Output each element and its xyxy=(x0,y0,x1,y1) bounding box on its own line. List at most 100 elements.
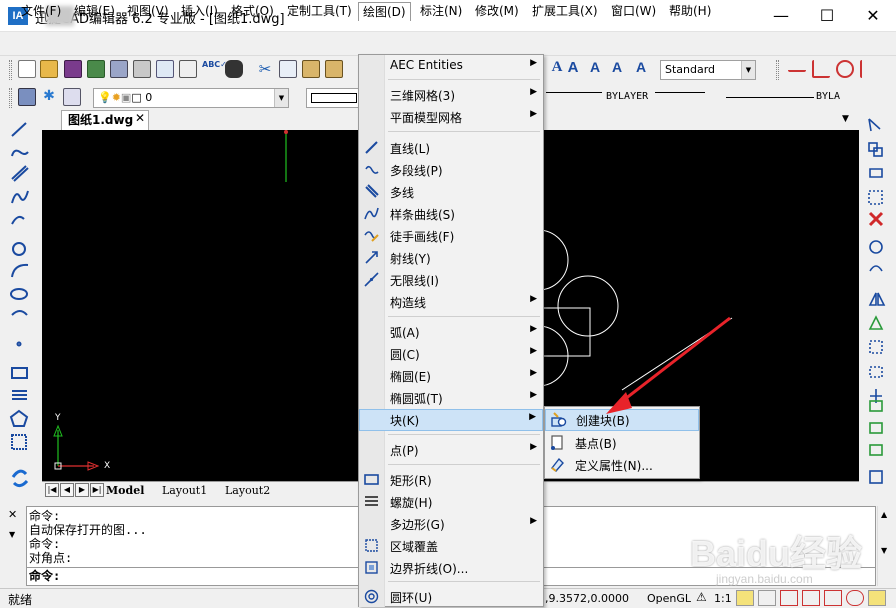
menu-item-line[interactable]: 直线(L) xyxy=(359,137,543,159)
submenu-base-point[interactable]: 基点(B) xyxy=(545,432,699,454)
print-icon[interactable] xyxy=(110,60,128,78)
tab-model[interactable]: Model xyxy=(106,483,144,499)
find-icon[interactable] xyxy=(179,60,197,78)
menu-window[interactable]: 窗口(W) xyxy=(607,2,660,21)
menu-item-ray[interactable]: 射线(Y) xyxy=(359,247,543,269)
prev-tab-button[interactable]: ◀ xyxy=(60,483,74,497)
dim-aligned-icon[interactable] xyxy=(812,60,830,78)
menu-item-spline[interactable]: 样条曲线(S) xyxy=(359,203,543,225)
menu-draw[interactable]: 绘图(D) xyxy=(358,2,411,21)
grip-point xyxy=(284,130,288,134)
save-all-icon[interactable] xyxy=(87,60,105,78)
menu-dimension[interactable]: 标注(N) xyxy=(416,2,466,21)
command-scrollbar[interactable]: ▲ ▼ xyxy=(877,506,895,586)
polar-icon[interactable] xyxy=(846,590,864,606)
text-find-icon[interactable]: A xyxy=(632,59,650,77)
copy-icon[interactable] xyxy=(279,60,297,78)
command-input[interactable]: 命令: xyxy=(29,569,60,583)
minimize-button[interactable]: — xyxy=(758,0,804,32)
menu-item-label: 多线 xyxy=(390,186,415,200)
spellcheck-icon[interactable]: ABC✓ xyxy=(202,60,227,78)
menu-item-boundary[interactable]: 边界折线(O)... xyxy=(359,557,543,579)
paste-special-icon[interactable] xyxy=(325,60,343,78)
text-style-icon[interactable]: A xyxy=(608,59,626,77)
chevron-down-icon[interactable]: ▼ xyxy=(842,114,849,124)
binoculars-icon[interactable] xyxy=(225,60,243,78)
dim-radius-icon[interactable] xyxy=(836,60,854,78)
snap-icon[interactable] xyxy=(780,590,798,606)
menu-item-3d-mesh[interactable]: 三维网格(3) ▶ xyxy=(359,84,543,106)
menu-item-rectangle[interactable]: 矩形(R) xyxy=(359,469,543,491)
menu-item-block[interactable]: 块(K) ▶ xyxy=(359,409,543,431)
menu-item-point[interactable]: 点(P) ▶ xyxy=(359,439,543,461)
menu-item-helix[interactable]: 螺旋(H) xyxy=(359,491,543,513)
annotation-visibility-icon[interactable] xyxy=(736,590,754,606)
ortho-icon[interactable] xyxy=(824,590,842,606)
menu-item-wipeout[interactable]: 区域覆盖 xyxy=(359,535,543,557)
annotation-scale[interactable]: 1:1 xyxy=(714,592,732,605)
annotation-scale-icon[interactable]: ⚠ xyxy=(696,590,714,606)
menu-insert[interactable]: 插入(I) xyxy=(177,2,222,21)
submenu-arrow-icon: ▶ xyxy=(530,58,537,68)
menu-item-polygon[interactable]: 多边形(G) ▶ xyxy=(359,513,543,535)
menu-item-polyline[interactable]: 多段线(P) xyxy=(359,159,543,181)
menu-format[interactable]: 格式(O) xyxy=(227,2,278,21)
submenu-define-attribute[interactable]: 定义属性(N)... xyxy=(545,454,699,476)
menu-view[interactable]: 视图(V) xyxy=(123,2,173,21)
menu-help[interactable]: 帮助(H) xyxy=(665,2,715,21)
menu-item-freehand[interactable]: 徒手画线(F) xyxy=(359,225,543,247)
text-style-select[interactable]: Standard ▼ xyxy=(660,60,756,80)
close-icon[interactable]: ✕ xyxy=(135,111,145,125)
cut-icon[interactable]: ✂ xyxy=(256,60,274,78)
layer-select[interactable]: 💡✹▣□ 0 ▼ xyxy=(93,88,289,108)
color-select[interactable] xyxy=(306,88,360,108)
open-icon[interactable] xyxy=(40,60,58,78)
tab-layout2[interactable]: Layout2 xyxy=(225,483,270,499)
menu-item-plane-mesh[interactable]: 平面模型网格 ▶ xyxy=(359,106,543,128)
last-tab-button[interactable]: ▶| xyxy=(90,483,104,497)
save-icon[interactable] xyxy=(64,60,82,78)
close-button[interactable]: ✕ xyxy=(850,0,896,32)
menu-item-xline[interactable]: 无限线(I) xyxy=(359,269,543,291)
lock-tool-icon xyxy=(869,168,883,178)
new-icon[interactable] xyxy=(18,60,36,78)
menu-extension[interactable]: 扩展工具(X) xyxy=(528,2,602,21)
scroll-up-icon[interactable]: ▲ xyxy=(881,510,887,519)
menu-item-circle[interactable]: 圆(C) ▶ xyxy=(359,343,543,365)
layer-previous-icon[interactable] xyxy=(63,88,81,106)
menu-item-elliptical-arc[interactable]: 椭圆弧(T) ▶ xyxy=(359,387,543,409)
close-icon[interactable]: ✕ xyxy=(8,508,17,521)
menu-tools[interactable]: 定制工具(T) xyxy=(283,2,356,21)
auto-scale-icon[interactable] xyxy=(758,590,776,606)
layers-icon[interactable] xyxy=(18,88,36,106)
preview-icon[interactable] xyxy=(156,60,174,78)
scroll-down-icon[interactable]: ▼ xyxy=(881,546,887,555)
paste-icon[interactable] xyxy=(302,60,320,78)
grid-icon[interactable] xyxy=(802,590,820,606)
next-tab-button[interactable]: ▶ xyxy=(75,483,89,497)
menu-item-construction-line[interactable]: 构造线 ▶ xyxy=(359,291,543,313)
render-mode[interactable]: OpenGL xyxy=(647,592,691,605)
maximize-button[interactable]: ☐ xyxy=(804,0,850,32)
menu-item-arc[interactable]: 弧(A) ▶ xyxy=(359,321,543,343)
text-edit-icon[interactable]: A xyxy=(586,59,604,77)
dim-linear-icon[interactable] xyxy=(788,60,806,72)
lineweight-value[interactable]: BYLA xyxy=(816,91,840,102)
menu-item-multiline[interactable]: 多线 xyxy=(359,181,543,203)
osnap-icon[interactable] xyxy=(868,590,886,606)
linetype-value[interactable]: BYLAYER xyxy=(606,91,648,102)
menu-item-aec[interactable]: AEC Entities ▶ xyxy=(359,55,543,77)
menu-file[interactable]: 文件(F) xyxy=(17,2,65,21)
color-swatch-icon: □ xyxy=(131,91,142,104)
chevron-down-icon[interactable]: ▼ xyxy=(9,530,15,539)
tab-layout1[interactable]: Layout1 xyxy=(162,483,207,499)
dim-ordinate-icon[interactable] xyxy=(860,60,878,78)
menu-item-ellipse[interactable]: 椭圆(E) ▶ xyxy=(359,365,543,387)
menu-modify[interactable]: 修改(M) xyxy=(471,2,523,21)
menu-edit[interactable]: 编辑(E) xyxy=(70,2,119,21)
menu-item-donut[interactable]: 圆环(U) xyxy=(359,586,543,606)
layer-state-icon[interactable]: ✱ xyxy=(40,88,58,106)
mtext-icon[interactable]: A xyxy=(564,59,582,77)
first-tab-button[interactable]: |◀ xyxy=(45,483,59,497)
plot-icon[interactable] xyxy=(133,60,151,78)
